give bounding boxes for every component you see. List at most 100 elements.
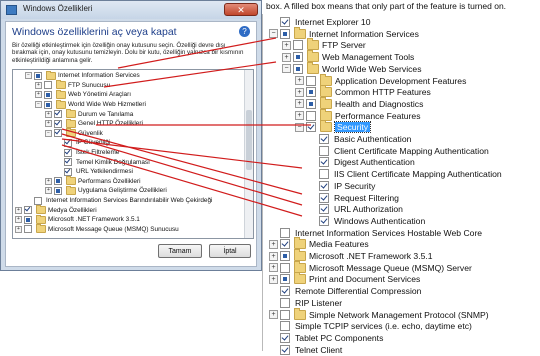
feature-row[interactable]: + Simple Network Management Protocol (SNM… <box>269 307 489 321</box>
feature-checkbox[interactable] <box>24 206 32 215</box>
feature-checkbox[interactable] <box>306 75 316 86</box>
feature-row[interactable]: Digest Authentication <box>308 156 415 168</box>
feature-checkbox[interactable] <box>280 28 290 39</box>
feature-checkbox[interactable] <box>34 196 42 205</box>
expand-icon[interactable]: + <box>295 99 304 109</box>
expand-icon[interactable]: + <box>295 87 304 97</box>
expand-icon[interactable]: + <box>45 110 52 118</box>
feature-checkbox[interactable] <box>54 110 62 119</box>
feature-checkbox[interactable] <box>24 225 32 234</box>
feature-row[interactable]: + Medya Özellikleri <box>15 205 97 215</box>
expand-icon[interactable]: + <box>269 274 278 284</box>
expand-icon[interactable]: + <box>45 177 52 185</box>
feature-row[interactable]: + Print and Document Services <box>269 272 420 285</box>
feature-row[interactable]: Internet Explorer 10 <box>269 16 370 28</box>
feature-row[interactable]: IP Security <box>308 180 375 192</box>
expand-icon[interactable]: + <box>269 310 278 319</box>
expand-icon[interactable]: + <box>295 76 304 85</box>
collapse-icon[interactable]: − <box>295 122 304 132</box>
feature-row[interactable]: − World Wide Web Hizmetleri <box>35 99 146 110</box>
expand-icon[interactable]: + <box>45 187 52 195</box>
feature-row[interactable]: İstek Filtreleme <box>55 148 119 158</box>
feature-checkbox[interactable] <box>44 90 52 99</box>
collapse-icon[interactable]: − <box>25 72 32 80</box>
feature-row[interactable]: − Internet Information Services <box>25 70 140 81</box>
feature-row[interactable]: URL Authorization <box>308 203 403 215</box>
feature-checkbox[interactable] <box>293 52 303 63</box>
feature-checkbox[interactable] <box>280 297 290 308</box>
feature-checkbox[interactable] <box>280 344 290 355</box>
feature-checkbox[interactable] <box>280 332 290 343</box>
expand-icon[interactable]: + <box>35 81 42 89</box>
feature-checkbox[interactable] <box>34 71 42 80</box>
question-mark-icon[interactable]: ? <box>239 26 250 37</box>
feature-row[interactable]: Request Filtering <box>308 192 399 204</box>
feature-checkbox[interactable] <box>54 129 62 138</box>
feature-row[interactable]: − Security <box>295 120 372 134</box>
tree-scrollbar[interactable] <box>244 70 253 238</box>
collapse-icon[interactable]: − <box>282 64 291 74</box>
feature-row[interactable]: Simple TCPIP services (i.e. echo, daytim… <box>269 320 472 332</box>
feature-checkbox[interactable] <box>280 17 290 27</box>
feature-checkbox[interactable] <box>280 286 290 297</box>
feature-checkbox[interactable] <box>54 119 62 128</box>
cancel-button[interactable]: İptal <box>209 244 251 258</box>
feature-row[interactable]: + Web Yönetimi Araçları <box>35 89 131 100</box>
feature-row[interactable]: + Microsoft Message Queue (MSMQ) Sunucusu <box>15 224 179 235</box>
feature-row[interactable]: Internet Information Services Hostable W… <box>269 227 482 239</box>
feature-checkbox[interactable] <box>54 186 62 195</box>
feature-checkbox[interactable] <box>280 274 290 285</box>
expand-icon[interactable]: + <box>282 40 291 50</box>
feature-row[interactable]: + Performans Özellikleri <box>45 176 141 187</box>
expand-icon[interactable]: + <box>269 251 278 261</box>
feature-row[interactable]: + Uygulama Geliştirme Özellikleri <box>45 185 167 196</box>
feature-row[interactable]: + Media Features <box>269 237 369 250</box>
feature-row[interactable]: Windows Authentication <box>308 215 425 227</box>
feature-row[interactable]: Internet Information Services Barındırıl… <box>25 196 212 206</box>
feature-checkbox[interactable] <box>306 122 316 133</box>
feature-row[interactable]: Remote Differential Compression <box>269 285 421 297</box>
feature-checkbox[interactable] <box>54 177 62 186</box>
feature-row[interactable]: − Güvenlik <box>45 128 103 139</box>
feature-checkbox[interactable] <box>280 309 290 320</box>
feature-row[interactable]: + Performance Features <box>295 108 421 122</box>
expand-icon[interactable]: + <box>282 52 291 62</box>
expand-icon[interactable]: + <box>269 239 278 249</box>
feature-row[interactable]: Client Certificate Mapping Authenticatio… <box>308 145 489 157</box>
feature-checkbox[interactable] <box>280 251 290 261</box>
feature-row[interactable]: − World Wide Web Services <box>282 61 422 75</box>
feature-checkbox[interactable] <box>319 157 329 168</box>
feature-row[interactable]: + Web Management Tools <box>282 50 414 63</box>
feature-checkbox[interactable] <box>24 215 32 224</box>
expand-icon[interactable]: + <box>295 111 304 121</box>
feature-checkbox[interactable] <box>280 227 290 238</box>
feature-checkbox[interactable] <box>306 110 316 121</box>
feature-row[interactable]: IP Güvenliği <box>55 138 110 148</box>
feature-row[interactable]: + FTP Sunucusu <box>35 80 110 91</box>
collapse-icon[interactable]: − <box>35 101 42 109</box>
ok-button[interactable]: Tamam <box>158 244 202 258</box>
feature-checkbox[interactable] <box>293 63 303 74</box>
feature-row[interactable]: + Genel HTTP Özellikleri <box>45 118 143 129</box>
feature-row[interactable]: Basic Authentication <box>308 133 411 145</box>
feature-checkbox[interactable] <box>306 98 316 109</box>
feature-checkbox[interactable] <box>319 192 329 203</box>
feature-checkbox[interactable] <box>44 81 52 90</box>
feature-checkbox[interactable] <box>319 180 329 191</box>
feature-row[interactable]: + Durum ve Tanılama <box>45 109 133 119</box>
feature-checkbox[interactable] <box>319 204 329 215</box>
feature-row[interactable]: + FTP Server <box>282 38 366 51</box>
expand-icon[interactable]: + <box>15 225 22 233</box>
feature-row[interactable]: RIP Listener <box>269 297 342 309</box>
feature-checkbox[interactable] <box>319 215 329 226</box>
feature-checkbox[interactable] <box>44 100 52 109</box>
scrollbar-thumb[interactable] <box>246 110 252 170</box>
expand-icon[interactable]: + <box>15 206 22 214</box>
feature-row[interactable]: Temel Kimlik Doğrulaması <box>55 157 150 167</box>
feature-checkbox[interactable] <box>293 40 303 51</box>
feature-row[interactable]: − Internet Information Services <box>269 26 419 40</box>
feature-checkbox[interactable] <box>306 87 316 98</box>
expand-icon[interactable]: + <box>269 263 278 273</box>
feature-checkbox[interactable] <box>280 239 290 250</box>
feature-row[interactable]: + Common HTTP Features <box>295 85 431 98</box>
